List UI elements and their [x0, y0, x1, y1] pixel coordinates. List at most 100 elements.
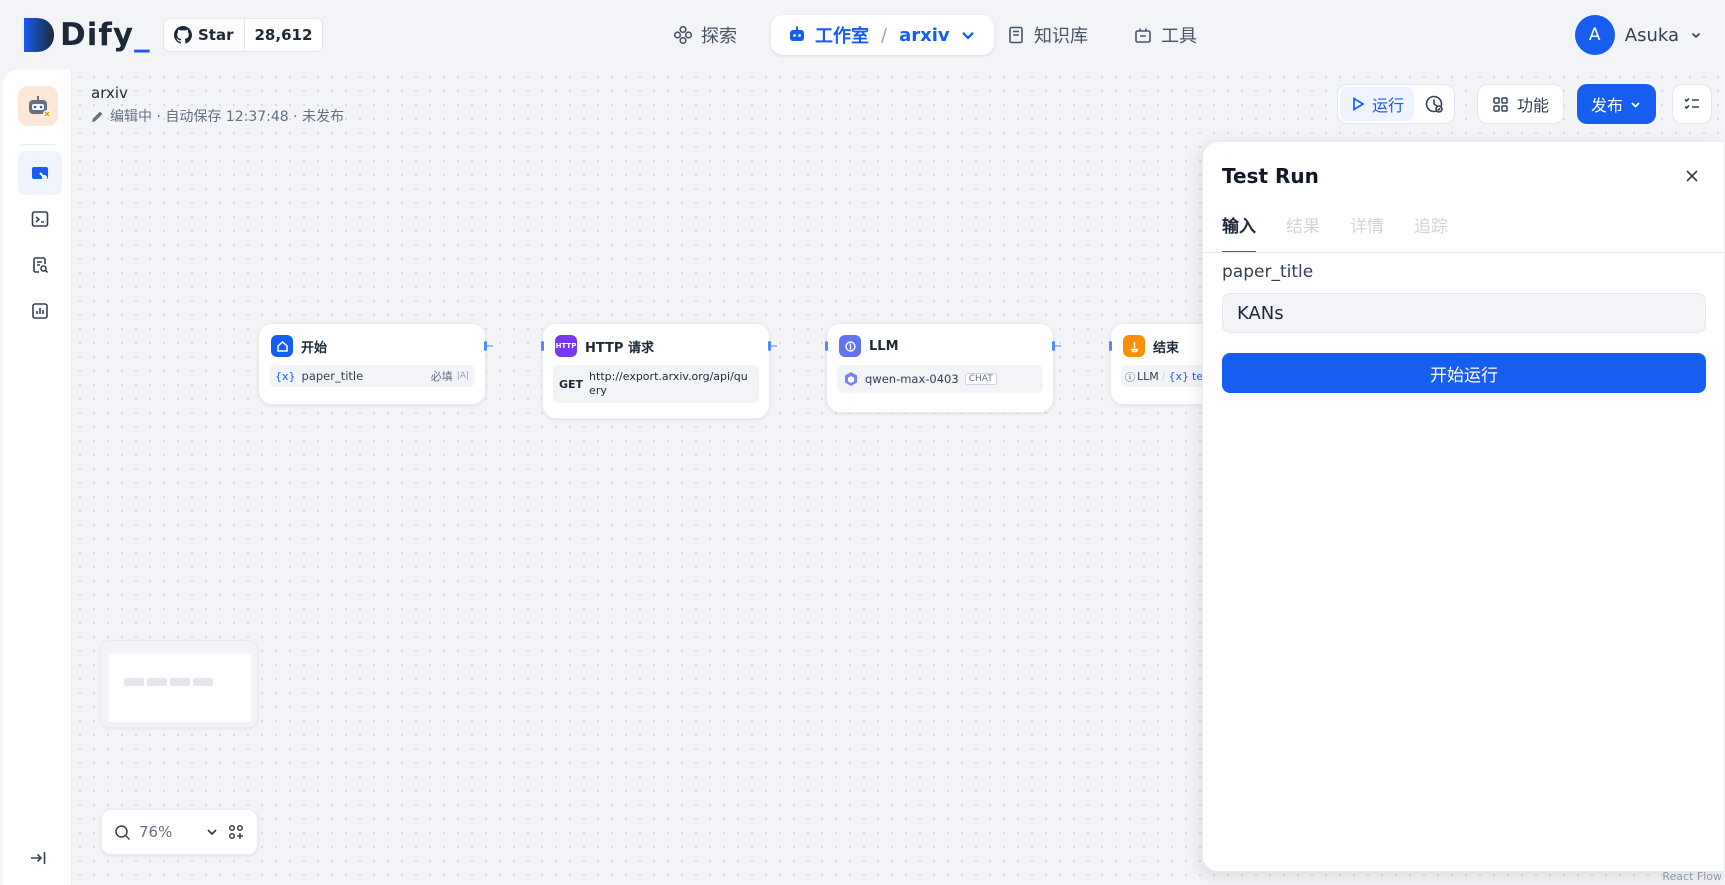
chevron-down-icon [1691, 32, 1701, 39]
paper-title-input[interactable] [1222, 293, 1706, 333]
minimap-viewport[interactable] [109, 654, 251, 722]
node-http-request[interactable]: HTTP HTTP 请求 GET http://export.arxiv.org… [541, 323, 771, 419]
panel-title: Test Run [1222, 164, 1319, 188]
history-icon [1425, 95, 1443, 113]
node-title: LLM [869, 338, 899, 354]
http-icon: HTTP [555, 335, 577, 357]
features-label: 功能 [1517, 96, 1550, 115]
publish-button[interactable]: 发布 [1577, 84, 1657, 124]
current-app-name[interactable]: arxiv [899, 25, 950, 46]
user-menu[interactable]: A Asuka [1574, 15, 1703, 55]
node-variable: {x} paper_title 必填 |A| [269, 365, 475, 387]
minimap[interactable] [100, 640, 258, 728]
tab-input[interactable]: 输入 [1222, 212, 1256, 253]
nav-explore-label: 探索 [701, 26, 737, 47]
sidebar-item-logs[interactable] [18, 243, 62, 287]
app-sidebar [3, 70, 72, 885]
nav-knowledge-label: 知识库 [1034, 26, 1088, 47]
chevron-down-icon[interactable] [205, 825, 219, 839]
node-llm[interactable]: LLM qwen-max-0403 CHAT [825, 323, 1055, 413]
zoom-icon[interactable] [114, 824, 131, 841]
sidebar-item-api[interactable] [18, 197, 62, 241]
http-endpoint: GET http://export.arxiv.org/api/query [553, 365, 759, 403]
book-icon [1009, 26, 1023, 44]
terminal-icon [31, 211, 49, 227]
nav-tools[interactable]: 工具 [1133, 15, 1197, 55]
pencil-icon [92, 111, 103, 122]
top-bar: Dify_ Star 28,612 探索 工作室 / arxiv 知识库 工具 … [0, 0, 1725, 70]
node-title: 结束 [1153, 340, 1180, 356]
close-icon[interactable] [1682, 166, 1702, 186]
app-status-text: 编辑中 · 自动保存 12:37:48 · 未发布 [110, 109, 345, 125]
run-history-button[interactable] [1416, 87, 1452, 121]
panel-tabs: 输入 结果 详情 追踪 [1222, 212, 1448, 253]
zoom-level[interactable]: 76% [139, 823, 172, 841]
sidebar-item-monitoring[interactable] [18, 289, 62, 333]
play-icon [1353, 96, 1365, 112]
tab-detail[interactable]: 详情 [1350, 212, 1384, 253]
sidebar-item-orchestrate[interactable] [18, 151, 62, 195]
paper-title-label: paper_title [1222, 262, 1314, 282]
input-handle[interactable] [825, 341, 828, 351]
zoom-controls: 76% [101, 809, 258, 855]
github-star-badge[interactable]: Star 28,612 [163, 18, 324, 52]
app-icon[interactable] [18, 86, 58, 126]
llm-model: qwen-max-0403 CHAT [837, 365, 1043, 393]
text-type-icon: |A| [456, 371, 469, 381]
run-button[interactable]: 运行 [1340, 87, 1415, 121]
minimap-node [124, 678, 144, 686]
http-method: GET [559, 377, 584, 391]
features-button[interactable]: 功能 [1477, 84, 1565, 124]
output-handle[interactable] [1052, 341, 1055, 351]
minimap-node [193, 678, 213, 686]
chevron-down-icon [1631, 101, 1640, 108]
variable-icon: {x} [275, 369, 296, 383]
publish-label: 发布 [1591, 96, 1624, 115]
chevron-down-icon[interactable] [958, 25, 978, 45]
bar-chart-icon [32, 303, 48, 319]
input-handle[interactable] [1109, 341, 1112, 351]
github-star-count: 28,612 [254, 26, 313, 44]
dify-logo[interactable]: Dify_ [22, 16, 151, 54]
run-label: 运行 [1372, 96, 1405, 115]
model-mode-badge: CHAT [964, 373, 997, 385]
qwen-model-icon [845, 372, 857, 386]
tab-result[interactable]: 结果 [1286, 212, 1320, 253]
checklist-button[interactable] [1672, 84, 1712, 124]
llm-icon [839, 335, 861, 357]
github-icon [174, 26, 192, 44]
nav-studio-label: 工作室 [815, 26, 869, 47]
checklist-icon [1684, 97, 1699, 110]
toolbox-icon [1135, 28, 1151, 43]
node-title: HTTP 请求 [585, 340, 654, 356]
test-run-panel: Test Run 输入 结果 详情 追踪 paper_title 开始运行 [1202, 141, 1725, 872]
http-url: http://export.arxiv.org/api/query [589, 370, 748, 397]
explore-icon [673, 25, 693, 45]
github-star-label: Star [198, 26, 234, 44]
tab-tracing[interactable]: 追踪 [1414, 212, 1448, 253]
input-handle[interactable] [541, 341, 544, 351]
run-group: 运行 [1337, 84, 1456, 124]
output-handle[interactable] [484, 341, 487, 351]
model-name: qwen-max-0403 [865, 372, 959, 386]
nav-knowledge[interactable]: 知识库 [1006, 15, 1088, 55]
end-icon [1123, 335, 1145, 357]
logo-text: Dify [60, 17, 135, 53]
nav-studio[interactable]: 工作室 / arxiv [771, 15, 994, 55]
node-title: 开始 [301, 340, 328, 356]
rail-divider [21, 144, 55, 145]
add-node-icon[interactable] [227, 823, 245, 841]
logo-suffix: _ [134, 17, 151, 53]
app-title: arxiv [91, 84, 128, 102]
nav-explore[interactable]: 探索 [673, 15, 737, 55]
start-run-button[interactable]: 开始运行 [1222, 353, 1706, 393]
workflow-edit-icon [32, 167, 48, 180]
minimap-node [147, 678, 167, 686]
robot-icon [790, 26, 804, 41]
output-handle[interactable] [768, 341, 771, 351]
avatar: A [1574, 15, 1615, 55]
required-badge: 必填 [430, 370, 453, 383]
minimap-node [170, 678, 190, 686]
node-start[interactable]: 开始 {x} paper_title 必填 |A| [258, 323, 487, 405]
expand-sidebar-icon[interactable] [29, 849, 47, 867]
